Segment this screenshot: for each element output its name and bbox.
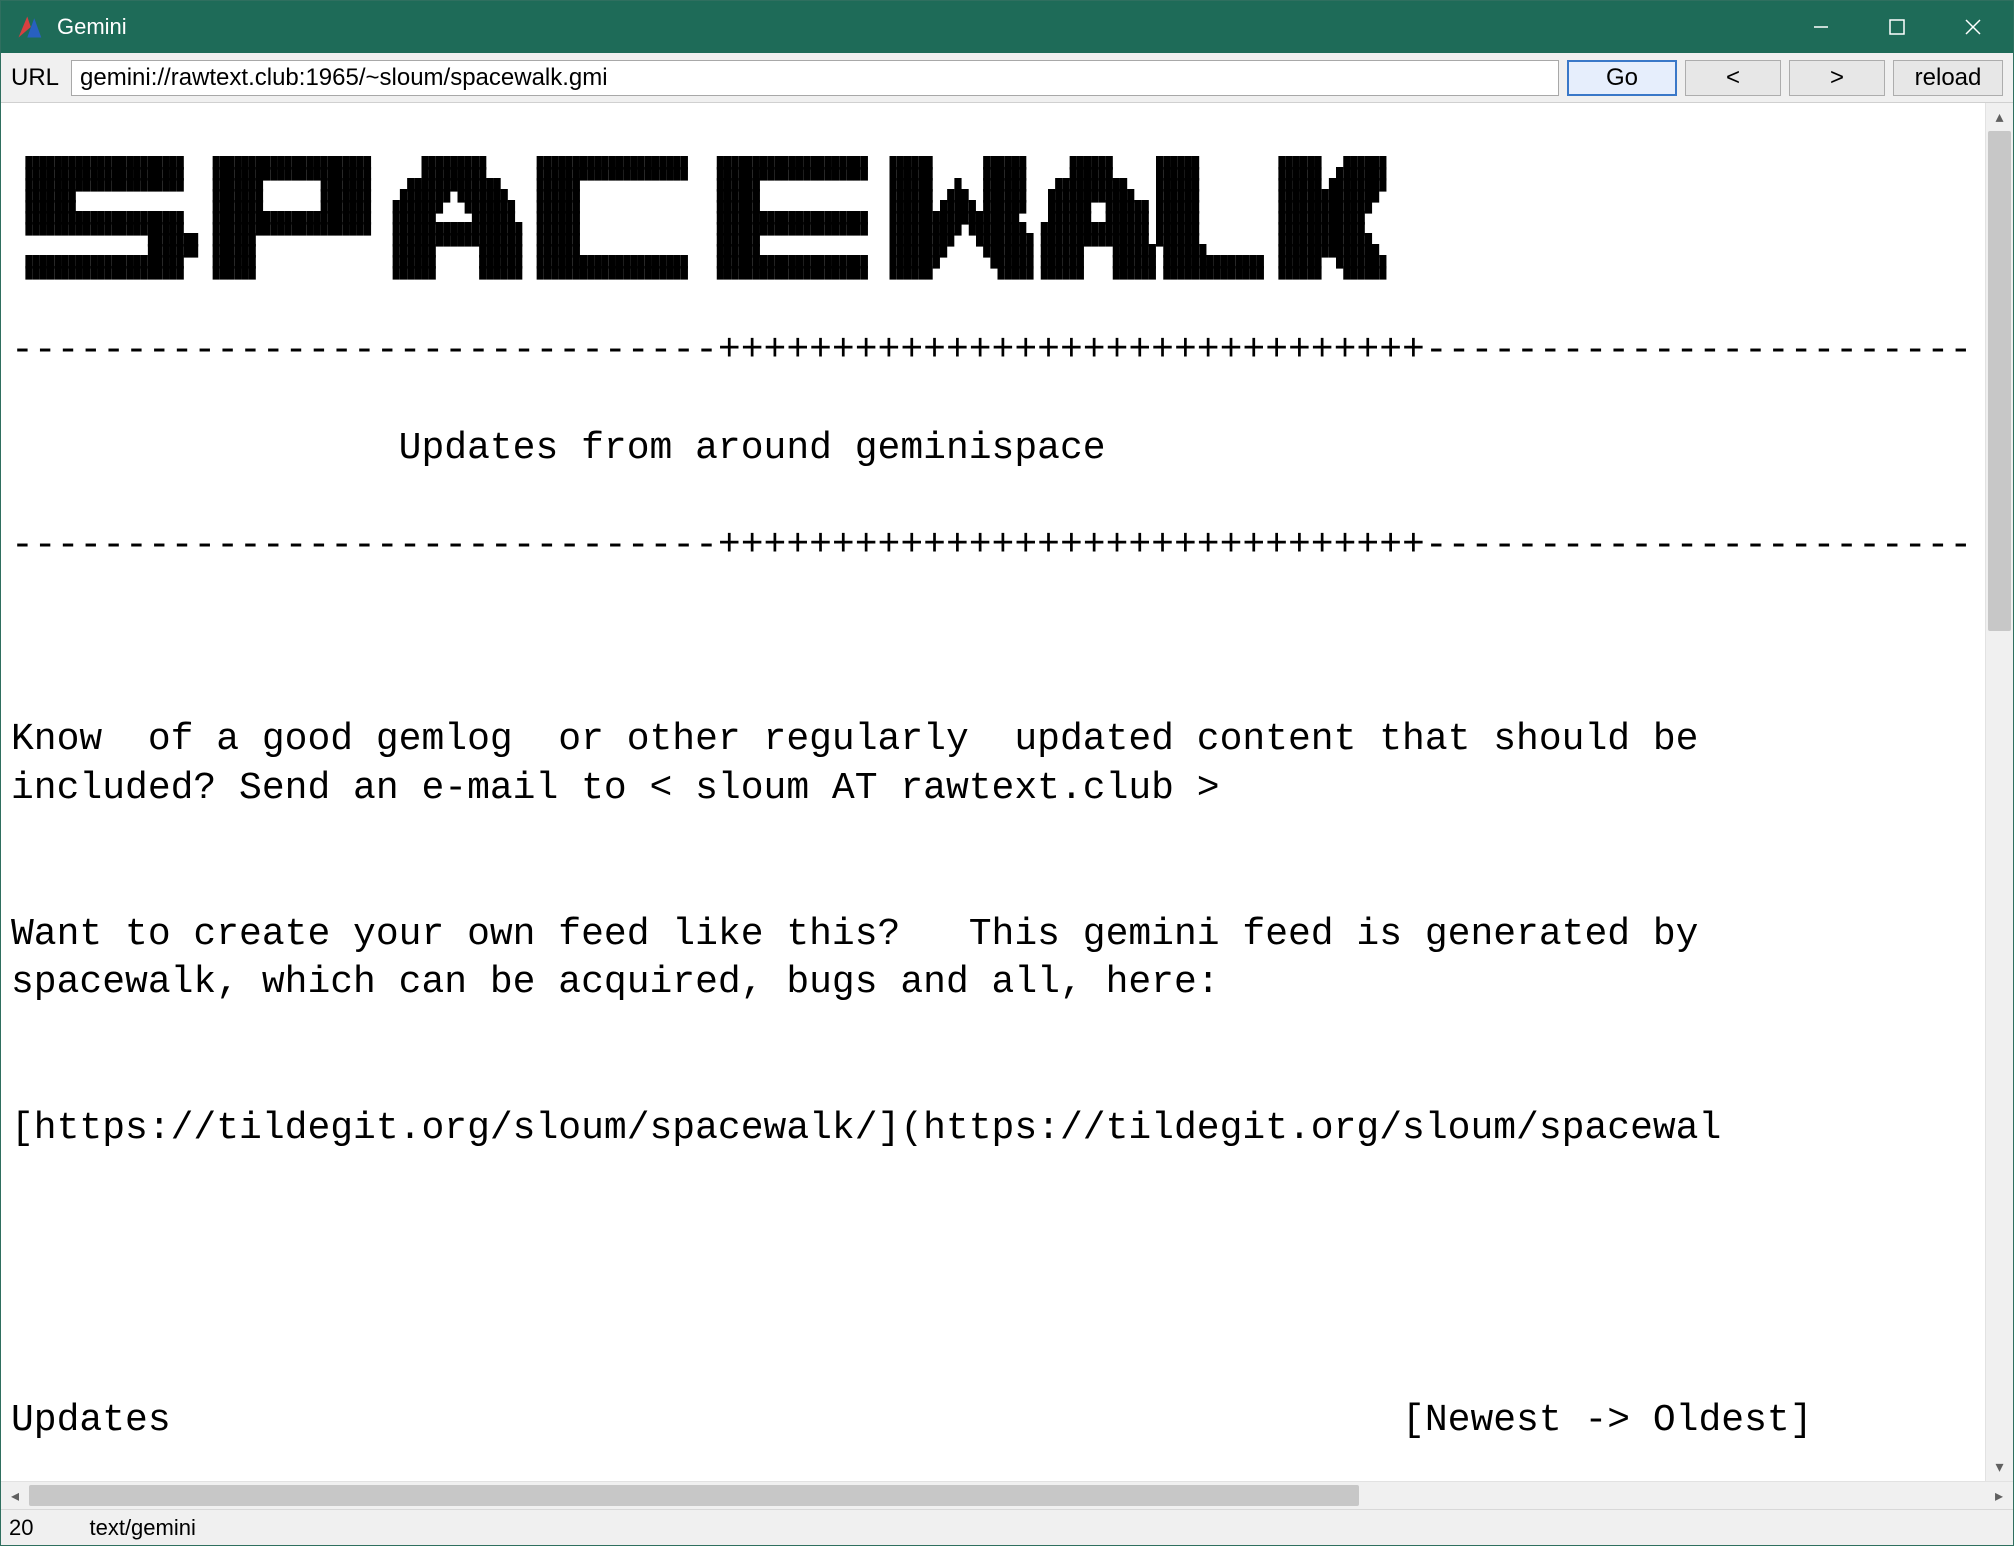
forward-button[interactable]: > (1789, 60, 1885, 96)
vertical-scrollbar[interactable]: ▴ ▾ (1985, 103, 2013, 1481)
horizontal-scrollbar[interactable]: ◂ ▸ (1, 1481, 2013, 1509)
updates-heading: Updates [Newest -> Oldest] (11, 1397, 1977, 1446)
scroll-left-icon[interactable]: ◂ (1, 1482, 29, 1509)
content-area: ██████████████████████ █████████████████… (1, 103, 2013, 1481)
status-code: 20 (9, 1515, 33, 1541)
status-mime: text/gemini (89, 1515, 195, 1541)
url-input[interactable] (71, 60, 1559, 96)
window-title: Gemini (57, 14, 127, 40)
divider-top: -------------------------------+++++++++… (11, 327, 1977, 376)
ascii-banner: ██████████████████████ █████████████████… (11, 158, 1977, 279)
scroll-right-icon[interactable]: ▸ (1985, 1482, 2013, 1509)
paragraph-2: Want to create your own feed like this? … (11, 911, 1977, 1008)
url-label: URL (11, 64, 63, 92)
link-line[interactable]: [https://tildegit.org/sloum/spacewalk/](… (11, 1105, 1977, 1154)
back-button[interactable]: < (1685, 60, 1781, 96)
page-content: ██████████████████████ █████████████████… (1, 103, 1985, 1481)
vscroll-track[interactable] (1986, 131, 2013, 1453)
reload-button[interactable]: reload (1893, 60, 2003, 96)
scroll-down-icon[interactable]: ▾ (1986, 1453, 2013, 1481)
titlebar: Gemini (1, 1, 2013, 53)
statusbar: 20 text/gemini (1, 1509, 2013, 1545)
go-button[interactable]: Go (1567, 60, 1677, 96)
scroll-up-icon[interactable]: ▴ (1986, 103, 2013, 131)
page-subtitle: Updates from around geminispace (11, 425, 1977, 474)
blank-line-4 (11, 1203, 1977, 1349)
toolbar: URL Go < > reload (1, 53, 2013, 103)
hscroll-thumb[interactable] (29, 1485, 1359, 1506)
minimize-button[interactable] (1783, 2, 1859, 52)
maximize-button[interactable] (1859, 2, 1935, 52)
paragraph-1: Know of a good gemlog or other regularly… (11, 716, 1977, 813)
vscroll-thumb[interactable] (1988, 131, 2011, 631)
app-window: Gemini URL Go < > reload ███████████████… (0, 0, 2014, 1546)
divider-bottom: -------------------------------+++++++++… (11, 522, 1977, 571)
hscroll-track[interactable] (29, 1482, 1985, 1509)
blank-line-1 (11, 619, 1977, 668)
close-button[interactable] (1935, 2, 2011, 52)
app-icon (15, 13, 43, 41)
